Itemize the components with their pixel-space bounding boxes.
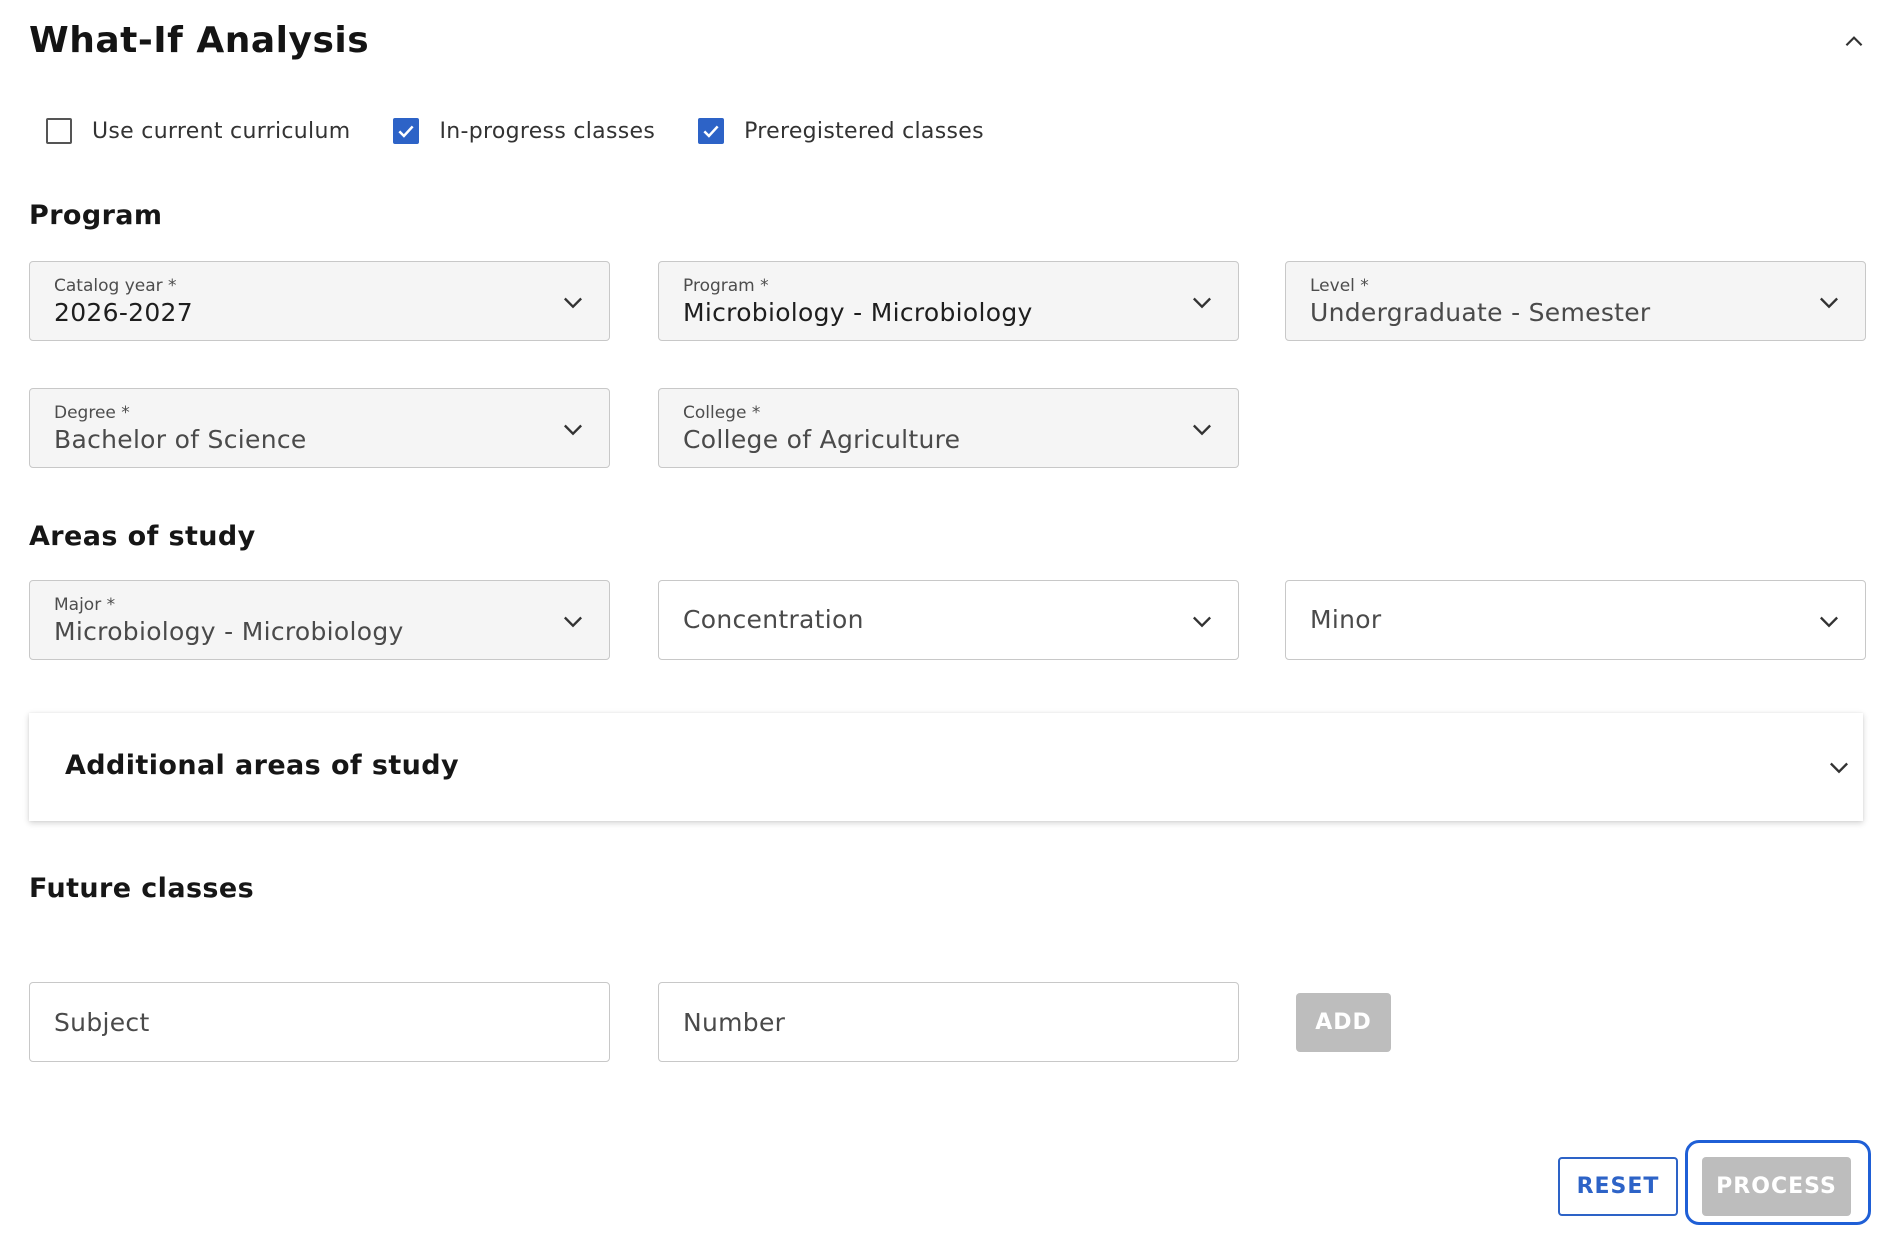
chevron-down-icon [1820, 616, 1838, 628]
program-label: Program * [683, 276, 769, 296]
degree-value: Bachelor of Science [54, 425, 307, 454]
level-label: Level * [1310, 276, 1369, 296]
future-classes-title: Future classes [29, 873, 255, 904]
reset-button[interactable]: RESET [1558, 1157, 1678, 1216]
degree-label: Degree * [54, 403, 130, 423]
program-select[interactable]: Program * Microbiology - Microbiology [658, 261, 1239, 341]
degree-select[interactable]: Degree * Bachelor of Science [29, 388, 610, 468]
add-button[interactable]: ADD [1296, 993, 1391, 1052]
chevron-down-icon [1830, 762, 1848, 774]
option-label: In-progress classes [439, 118, 656, 144]
page-title: What-If Analysis [29, 20, 370, 61]
additional-areas-title: Additional areas of study [65, 750, 459, 781]
additional-areas-accordion[interactable]: Additional areas of study [29, 713, 1863, 821]
option-label: Preregistered classes [744, 118, 984, 144]
program-value: Microbiology - Microbiology [683, 298, 1033, 327]
chevron-down-icon [1820, 297, 1838, 309]
number-input[interactable] [658, 982, 1239, 1062]
level-value: Undergraduate - Semester [1310, 298, 1651, 327]
process-button[interactable]: PROCESS [1702, 1157, 1851, 1216]
level-select[interactable]: Level * Undergraduate - Semester [1285, 261, 1866, 341]
checkmark-icon [398, 125, 415, 138]
program-section-title: Program [29, 200, 163, 231]
chevron-down-icon [564, 424, 582, 436]
option-in-progress-classes[interactable]: In-progress classes [376, 118, 655, 144]
catalog-year-label: Catalog year * [54, 276, 177, 296]
checkmark-icon [703, 125, 719, 138]
option-use-current-curriculum[interactable]: Use current curriculum [29, 118, 350, 144]
chevron-up-icon [1845, 36, 1863, 47]
options-row: Use current curriculum In-progress class… [29, 112, 1010, 150]
areas-section-title: Areas of study [29, 521, 256, 552]
chevron-down-icon [564, 297, 582, 309]
minor-placeholder: Minor [1310, 605, 1382, 634]
chevron-down-icon [1193, 297, 1211, 309]
preregistered-classes-checkbox[interactable] [698, 118, 725, 144]
concentration-placeholder: Concentration [683, 605, 864, 634]
option-preregistered-classes[interactable]: Preregistered classes [681, 118, 984, 144]
use-current-curriculum-checkbox[interactable] [46, 118, 72, 144]
catalog-year-value: 2026-2027 [54, 298, 193, 327]
concentration-select[interactable]: Concentration [658, 580, 1239, 660]
major-select[interactable]: Major * Microbiology - Microbiology [29, 580, 610, 660]
subject-input[interactable] [29, 982, 610, 1062]
option-label: Use current curriculum [92, 118, 351, 144]
chevron-down-icon [1193, 616, 1211, 628]
college-value: College of Agriculture [683, 425, 961, 454]
major-label: Major * [54, 595, 116, 615]
chevron-down-icon [564, 616, 582, 628]
college-label: College * [683, 403, 761, 423]
college-select[interactable]: College * College of Agriculture [658, 388, 1239, 468]
major-value: Microbiology - Microbiology [54, 617, 404, 646]
in-progress-classes-checkbox[interactable] [393, 118, 420, 144]
minor-select[interactable]: Minor [1285, 580, 1866, 660]
catalog-year-select[interactable]: Catalog year * 2026-2027 [29, 261, 610, 341]
collapse-button[interactable] [1836, 24, 1872, 60]
chevron-down-icon [1193, 424, 1211, 436]
